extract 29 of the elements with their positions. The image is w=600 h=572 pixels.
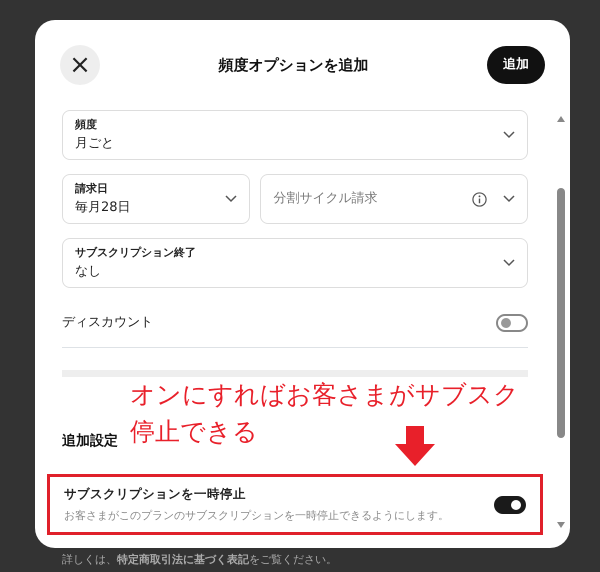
discount-label: ディスカウント — [62, 314, 153, 332]
chevron-down-icon — [503, 259, 515, 267]
field-value: 月ごと — [75, 134, 115, 152]
select-field[interactable]: サブスクリプション終了 なし — [62, 238, 528, 288]
select-field[interactable]: 請求日 毎月28日 — [62, 174, 250, 224]
add-button[interactable]: 追加 — [487, 46, 545, 84]
section-heading: 追加設定 — [62, 432, 118, 451]
select-field[interactable]: 分割サイクル請求 — [260, 174, 528, 224]
chevron-down-icon — [225, 195, 238, 203]
field-label: 請求日 — [75, 181, 109, 197]
field-label: サブスクリプション終了 — [75, 245, 197, 261]
chevron-down-icon — [503, 131, 515, 139]
annotation-text: 停止できる — [130, 419, 258, 444]
toggle-switch[interactable] — [494, 496, 526, 514]
field-label: 頻度 — [75, 117, 98, 133]
field-placeholder: 分割サイクル請求 — [273, 190, 378, 208]
annotation-text: オンにすればお客さまがサブスク — [130, 382, 519, 407]
footer-note: 詳しくは、特定商取引法に基づく表記をご覧ください。 — [62, 552, 337, 568]
close-button[interactable]: × — [60, 45, 100, 85]
setting-title: サブスクリプションを一時停止 — [64, 485, 247, 503]
field-value: 毎月28日 — [75, 198, 132, 216]
select-field[interactable]: 頻度 月ごと — [62, 110, 528, 160]
info-icon[interactable] — [472, 192, 488, 206]
dialog-title: 頻度オプションを追加 — [218, 54, 368, 76]
arrow-down-icon — [393, 426, 437, 466]
toggle-switch[interactable] — [496, 314, 528, 332]
setting-description: お客さまがこのプランのサブスクリプションを一時停止できるようにします。 — [64, 508, 449, 524]
chevron-down-icon — [503, 195, 516, 203]
field-value: なし — [75, 262, 102, 280]
